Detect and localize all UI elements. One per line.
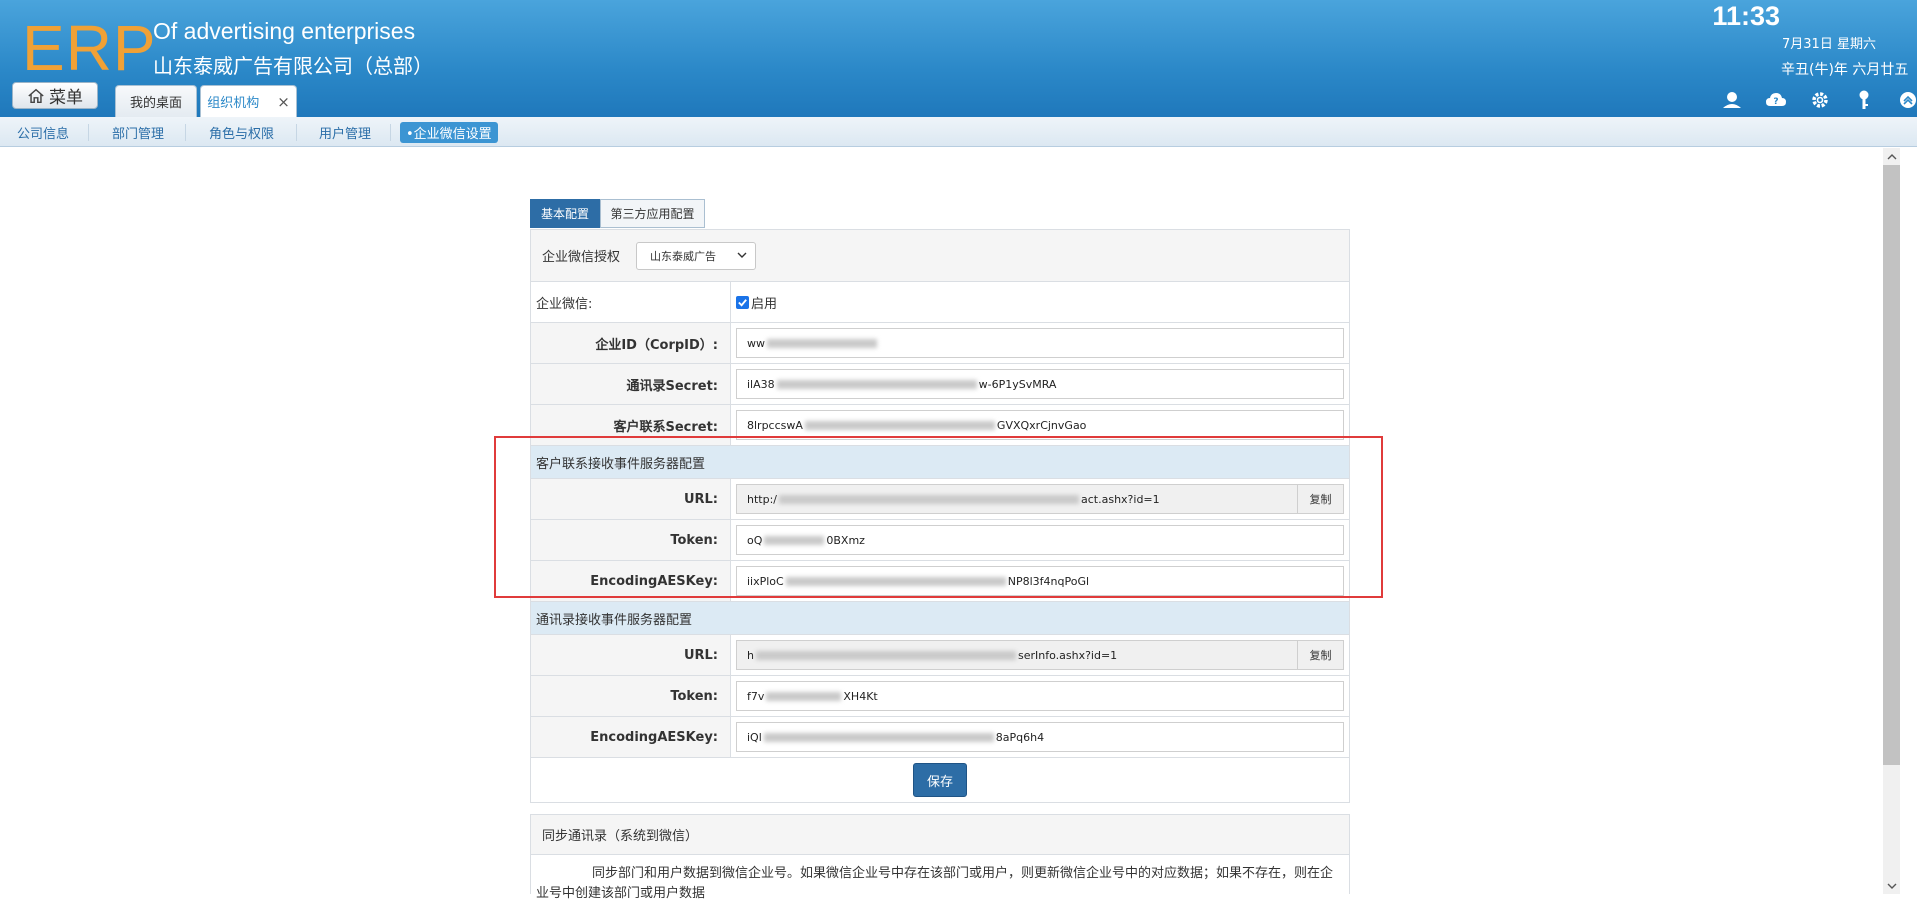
corpid-label: 企业ID（CorpID）: (531, 323, 731, 363)
enable-checkbox[interactable] (736, 295, 749, 309)
enable-label: 企业微信: (531, 282, 731, 322)
save-row: 保存 (531, 758, 1349, 802)
corpid-row: 企业ID（CorpID）: ww (531, 323, 1349, 364)
contacts-secret-label: 通讯录Secret: (531, 364, 731, 404)
input-value: serInfo.ashx?id=1 (1017, 648, 1118, 662)
input-value: XH4Kt (843, 689, 878, 703)
menu-label: 菜单 (49, 88, 83, 108)
subnav-users[interactable]: 用户管理 (313, 122, 377, 143)
url2-row: URL: h serInfo.ashx?id=1 复制 (531, 635, 1349, 676)
subnav-roles[interactable]: 角色与权限 (203, 122, 280, 143)
subnav-wechat-settings[interactable]: •企业微信设置 (400, 122, 498, 143)
tab-label: 组织机构 (207, 96, 260, 111)
redacted-text (763, 732, 994, 742)
enable-row: 企业微信: 启用 (531, 282, 1349, 323)
clock: 11:33 (1712, 1, 1780, 31)
save-button[interactable]: 保存 (913, 763, 967, 797)
collapse-up-icon[interactable] (1886, 88, 1917, 112)
auth-header: 企业微信授权 山东泰威广告 (531, 230, 1349, 282)
enable-text: 启用 (751, 296, 778, 312)
tab-label: 我的桌面 (129, 96, 182, 111)
url2-input[interactable]: h serInfo.ashx?id=1 (736, 640, 1298, 670)
corpid-input[interactable]: ww (736, 328, 1344, 358)
subnav-department[interactable]: 部门管理 (106, 122, 170, 143)
input-value: ilA38 (747, 377, 775, 391)
redacted-text (755, 650, 1016, 660)
sync-description: 同步部门和用户数据到微信企业号。如果微信企业号中存在该部门或用户，则更新微信企业… (536, 866, 1334, 901)
redacted-text (776, 379, 977, 389)
aes2-input[interactable]: iQl 8aPq6h4 (736, 722, 1344, 752)
auth-label: 企业微信授权 (542, 250, 621, 265)
redacted-text (766, 691, 842, 701)
app-header: ERP Of advertising enterprises 山东泰威广告有限公… (0, 0, 1917, 117)
sub-navigation: 公司信息 部门管理 角色与权限 用户管理 •企业微信设置 (0, 117, 1917, 147)
home-icon (28, 88, 44, 103)
divider (185, 124, 186, 141)
erp-logo: ERP (22, 12, 157, 84)
chevron-down-icon (737, 252, 747, 258)
redacted-text (767, 338, 877, 348)
highlight-annotation (494, 436, 1383, 598)
divider (296, 124, 297, 141)
token2-input[interactable]: f7v XH4Kt (736, 681, 1344, 711)
select-value: 山东泰威广告 (650, 249, 717, 263)
scrollbar-thumb[interactable] (1883, 165, 1900, 765)
scroll-up-arrow[interactable] (1883, 148, 1900, 165)
divider (88, 124, 89, 141)
close-icon[interactable]: × (277, 93, 290, 111)
token-label: Token: (531, 676, 731, 716)
input-value: GVXQxrCjnvGao (996, 418, 1087, 432)
user-icon[interactable] (1710, 88, 1754, 112)
aes2-row: EncodingAESKey: iQl 8aPq6h4 (531, 717, 1349, 758)
tab-my-desktop[interactable]: 我的桌面 (115, 85, 197, 117)
date-display: 7月31日 星期六 (1782, 37, 1876, 52)
input-value: h (747, 648, 754, 662)
token2-row: Token: f7v XH4Kt (531, 676, 1349, 717)
aes-label: EncodingAESKey: (531, 717, 731, 757)
sync-contacts-panel: 同步通讯录（系统到微信） 同步部门和用户数据到微信企业号。如果微信企业号中存在该… (530, 814, 1350, 901)
header-toolbar: ? (1710, 88, 1917, 112)
input-value: w-6P1ySvMRA (978, 377, 1057, 391)
sync-title: 同步通讯录（系统到微信） (531, 815, 1349, 855)
subnav-company-info[interactable]: 公司信息 (11, 122, 75, 143)
key-icon[interactable] (1842, 88, 1886, 112)
tab-third-party-config[interactable]: 第三方应用配置 (600, 199, 705, 228)
lunar-date: 辛丑(牛)年 六月廿五 (1781, 62, 1909, 78)
company-title-cn: 山东泰威广告有限公司（总部） (153, 54, 433, 78)
contacts-secret-input[interactable]: ilA38 w-6P1ySvMRA (736, 369, 1344, 399)
vertical-scrollbar[interactable] (1883, 148, 1900, 894)
cloud-help-icon[interactable]: ? (1754, 88, 1798, 112)
input-value: f7v (747, 689, 765, 703)
contacts-secret-row: 通讯录Secret: ilA38 w-6P1ySvMRA (531, 364, 1349, 405)
tab-basic-config[interactable]: 基本配置 (530, 199, 600, 228)
gear-icon[interactable] (1798, 88, 1842, 112)
input-value: iQl (747, 730, 762, 744)
copy-button[interactable]: 复制 (1298, 640, 1344, 670)
input-value: 8aPq6h4 (995, 730, 1045, 744)
tab-organization[interactable]: 组织机构 × (200, 85, 297, 117)
menu-button[interactable]: 菜单 (12, 82, 98, 109)
company-select[interactable]: 山东泰威广告 (636, 241, 757, 270)
input-value: 8lrpccswA (747, 418, 803, 432)
contacts-event-section-title: 通讯录接收事件服务器配置 (531, 602, 1349, 635)
redacted-text (804, 420, 995, 430)
url-label: URL: (531, 635, 731, 675)
input-value: ww (747, 336, 765, 350)
svg-text:?: ? (1773, 97, 1778, 107)
scroll-down-arrow[interactable] (1883, 877, 1900, 894)
company-title-en: Of advertising enterprises (153, 18, 416, 44)
divider (390, 124, 391, 141)
